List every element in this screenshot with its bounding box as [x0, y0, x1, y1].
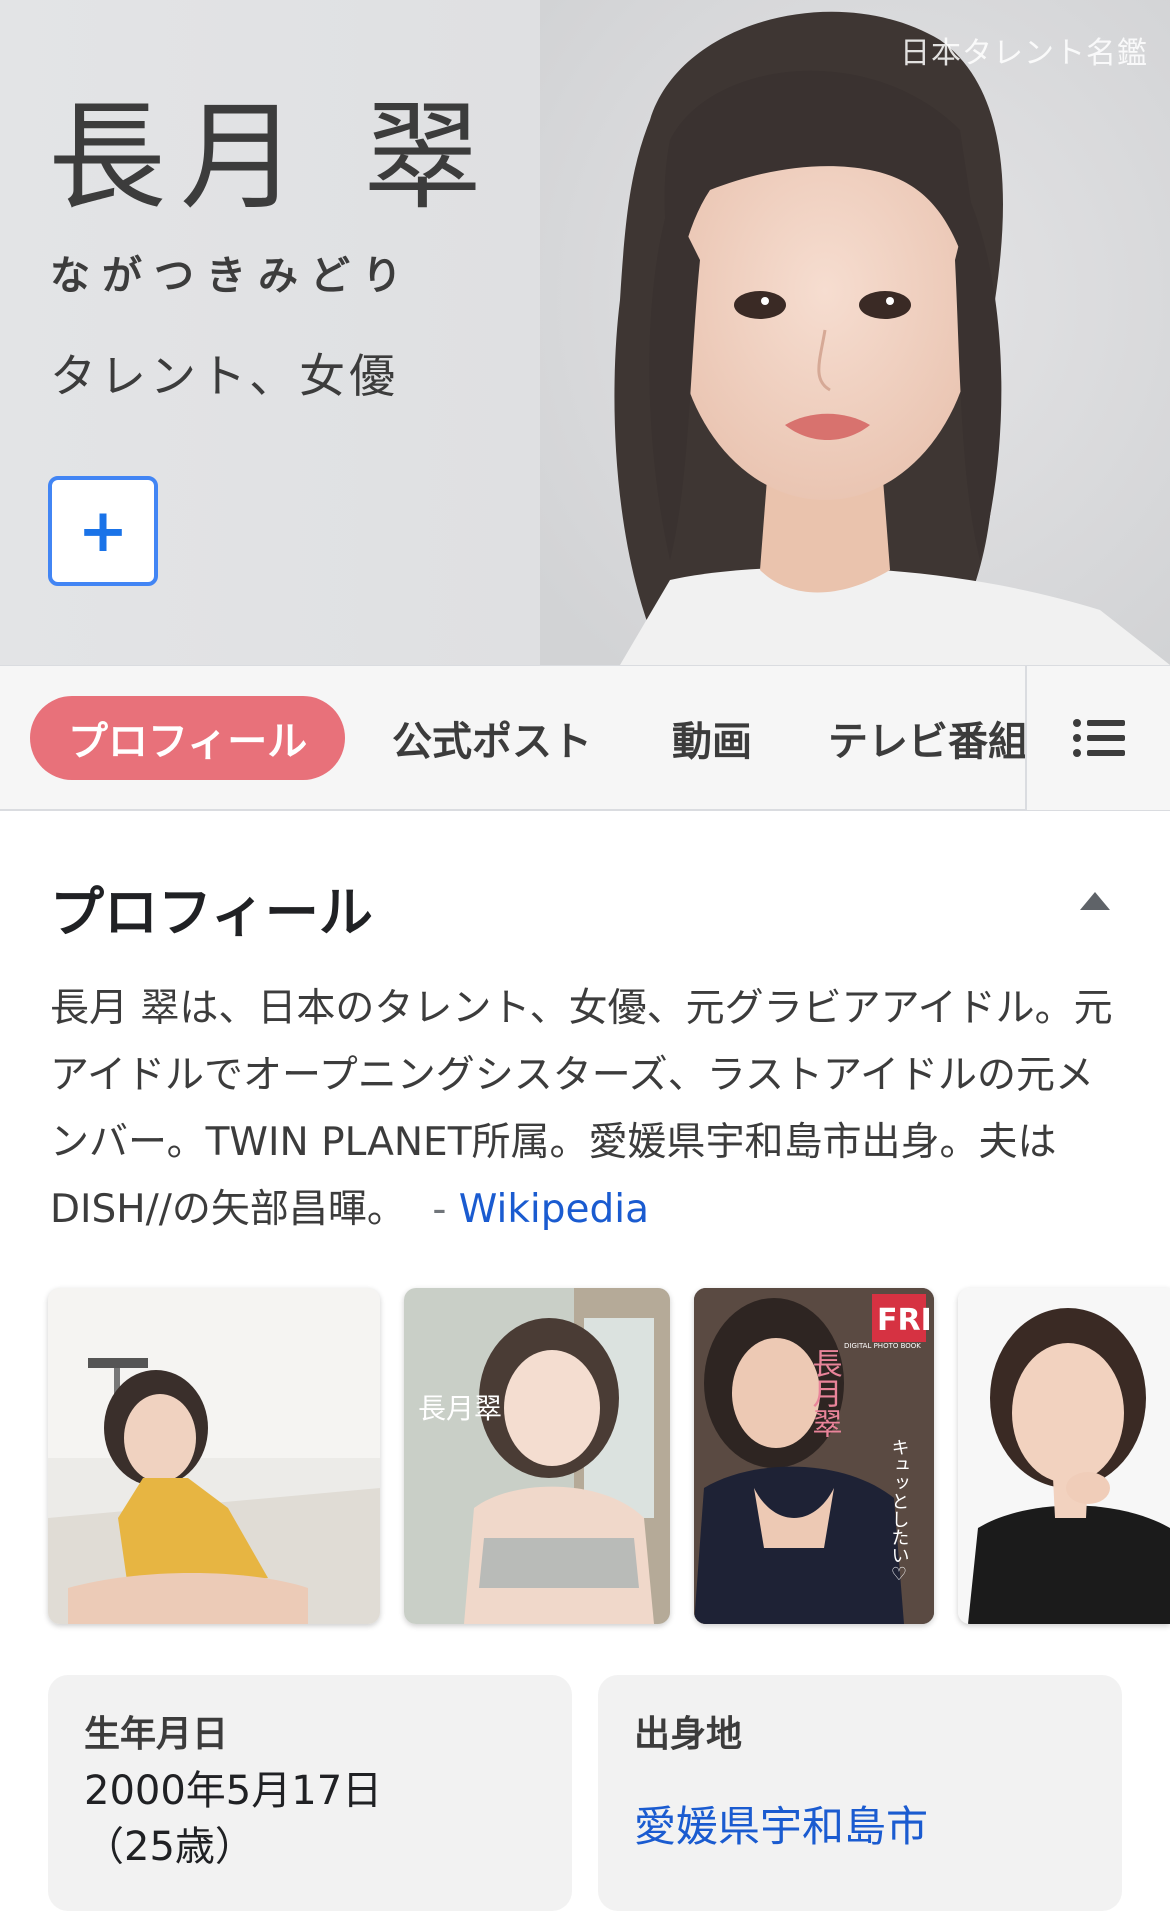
photo-book-cover: 長月翠	[404, 1288, 670, 1624]
photo-portrait-black-top	[958, 1288, 1170, 1624]
tab-bar: プロフィール 公式ポスト 動画 テレビ番組	[0, 665, 1170, 811]
book-title-vertical: 長月翠	[418, 1392, 502, 1425]
source-dash: -	[432, 1187, 447, 1232]
profile-description: 長月 翠は、日本のタレント、女優、元グラビアアイドル。元アイドルでオープニングシ…	[50, 975, 1130, 1243]
fri-tagline: キュッとしたい♡	[889, 1438, 910, 1585]
tab-official-posts[interactable]: 公式ポスト	[392, 696, 592, 780]
source-watermark: 日本タレント名鑑	[900, 36, 1148, 71]
person-name: 長月 翠	[48, 88, 496, 226]
birthday-date: 2000年5月17日	[84, 1768, 383, 1814]
age-value: （25歳）	[84, 1824, 255, 1870]
birthplace-label: 出身地	[634, 1714, 743, 1755]
person-name-kana: ながつきみどり	[50, 253, 414, 299]
tab-profile[interactable]: プロフィール	[30, 696, 346, 780]
person-occupation: タレント、女優	[50, 349, 400, 403]
collapse-triangle-icon[interactable]	[1080, 890, 1110, 910]
add-button[interactable]: +	[48, 476, 158, 586]
photo-thumbnail-3[interactable]: FRI DIGITAL PHOTO BOOK 長月翠 キュッとしたい♡	[694, 1288, 934, 1624]
photo-friday-cover: FRI DIGITAL PHOTO BOOK 長月翠 キュッとしたい♡	[694, 1288, 934, 1624]
photo-thumbnail-4[interactable]	[958, 1288, 1170, 1624]
birthplace-card: 出身地 愛媛県宇和島市	[598, 1675, 1122, 1911]
list-menu-icon	[1072, 719, 1125, 757]
birthday-label: 生年月日	[84, 1714, 229, 1755]
portrait-photo[interactable]	[540, 0, 1170, 665]
tabs-menu-button[interactable]	[1025, 666, 1170, 810]
tab-tv-programs-label: テレビ番組	[828, 719, 1028, 765]
birthday-value: 2000年5月17日 （25歳）	[84, 1763, 382, 1875]
wikipedia-link[interactable]: Wikipedia	[459, 1187, 649, 1232]
fri-cover-name: 長月翠	[807, 1348, 843, 1438]
plus-icon: +	[77, 496, 129, 566]
birthplace-link[interactable]: 愛媛県宇和島市	[634, 1793, 928, 1854]
fri-subtitle: DIGITAL PHOTO BOOK	[844, 1342, 921, 1350]
photo-thumbnail-1[interactable]	[48, 1288, 380, 1624]
knowledge-panel-hero: 日本タレント名鑑 長月 翠 ながつきみどり タレント、女優 +	[0, 0, 1170, 665]
photo-thumbnail-2[interactable]: 長月翠	[404, 1288, 670, 1624]
tab-tv-programs[interactable]: テレビ番組	[828, 696, 1028, 780]
profile-section-title: プロフィール	[50, 881, 373, 944]
birthday-card: 生年月日 2000年5月17日 （25歳）	[48, 1675, 572, 1911]
fri-logo: FRI	[877, 1303, 932, 1338]
photo-yellow-top	[48, 1288, 380, 1624]
tab-videos[interactable]: 動画	[672, 696, 752, 780]
